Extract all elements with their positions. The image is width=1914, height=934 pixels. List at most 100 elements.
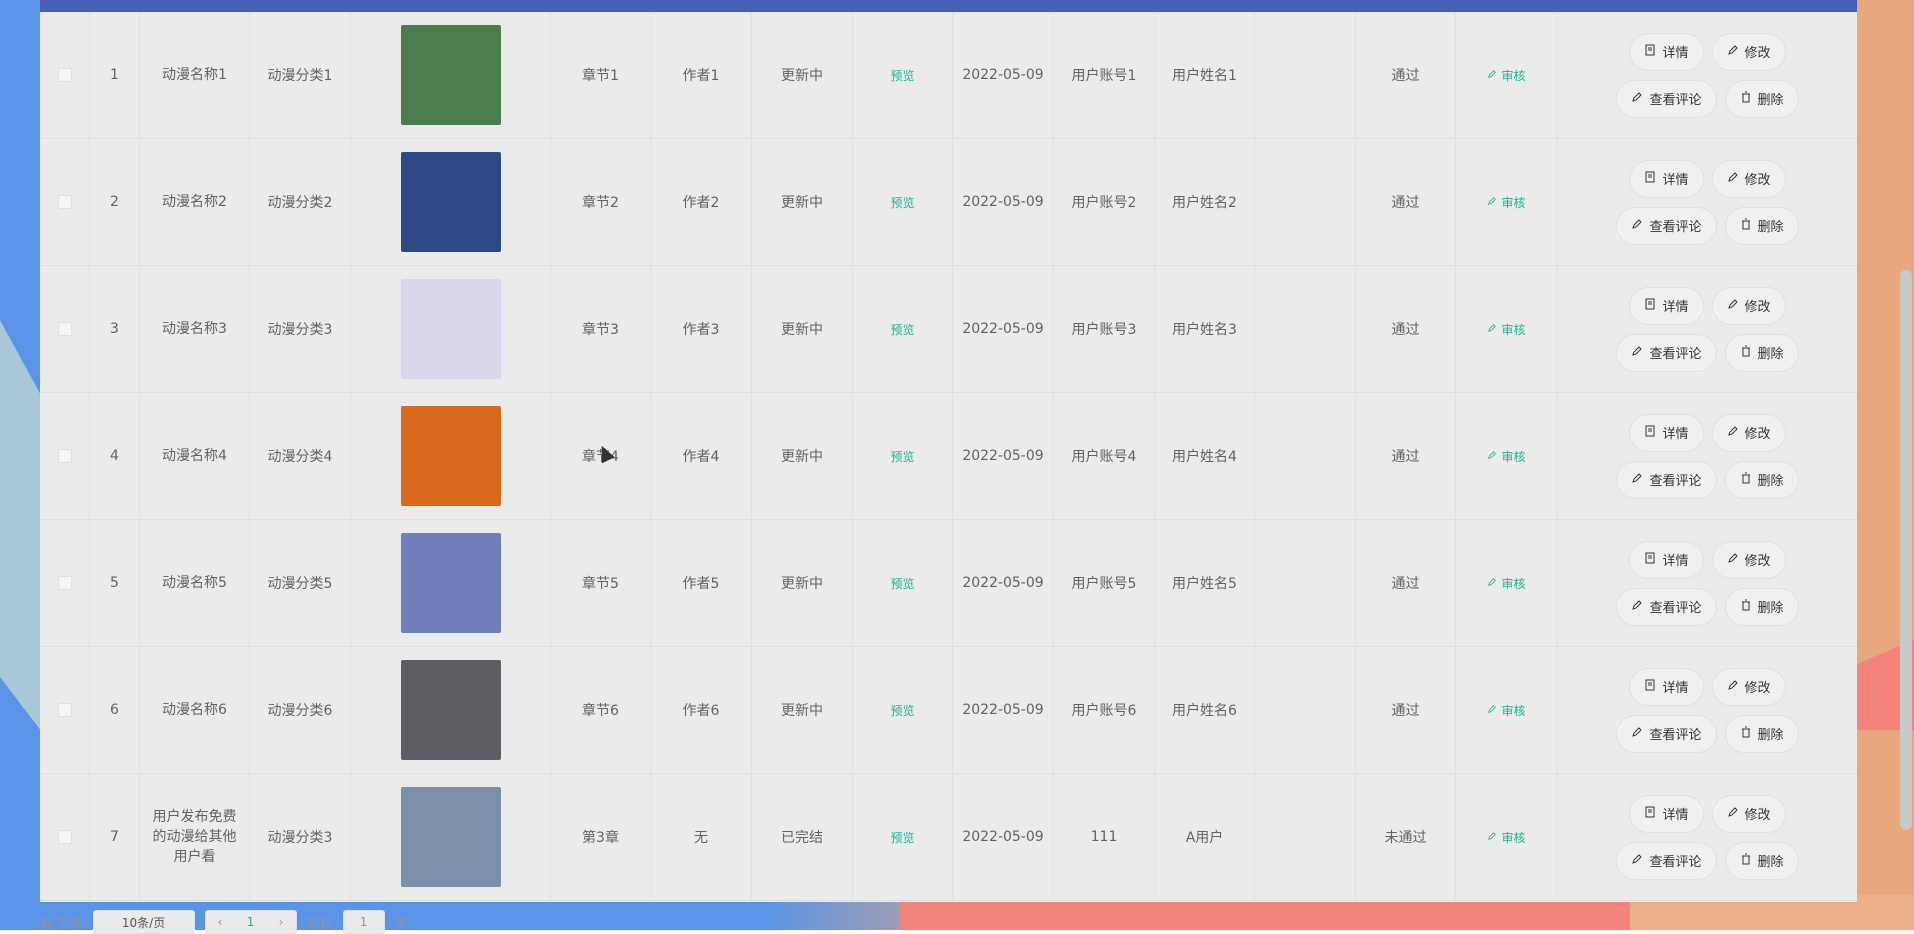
anime-name: 动漫名称5 bbox=[162, 575, 227, 591]
status-cell: 更新中 bbox=[752, 647, 853, 773]
chapter-cell: 章节3 bbox=[551, 266, 651, 392]
trash-icon bbox=[1740, 853, 1752, 869]
delete-button[interactable]: 删除 bbox=[1724, 79, 1799, 118]
anime-name: 用户发布免费的动漫给其他用户看 bbox=[152, 809, 237, 865]
anime-name: 动漫名称4 bbox=[162, 448, 227, 464]
page-size-select[interactable]: 10条/页 bbox=[92, 910, 195, 934]
detail-button[interactable]: 详情 bbox=[1629, 286, 1704, 325]
edit-button[interactable]: 修改 bbox=[1711, 286, 1786, 325]
view-comments-button[interactable]: 查看评论 bbox=[1616, 841, 1717, 880]
view-comments-button[interactable]: 查看评论 bbox=[1616, 587, 1717, 626]
view-comments-button[interactable]: 查看评论 bbox=[1616, 79, 1717, 118]
edit-button[interactable]: 修改 bbox=[1711, 667, 1786, 706]
detail-button[interactable]: 详情 bbox=[1629, 667, 1704, 706]
audit-label: 审核 bbox=[1501, 830, 1526, 845]
pager: ‹ 1 › bbox=[204, 910, 297, 934]
detail-button[interactable]: 详情 bbox=[1629, 413, 1704, 452]
goto-page-input[interactable]: 1 bbox=[342, 910, 385, 934]
date-cell: 2022-05-09 bbox=[953, 139, 1054, 265]
preview-link[interactable]: 预览 bbox=[890, 321, 914, 338]
view-comments-label: 查看评论 bbox=[1649, 855, 1702, 870]
delete-button[interactable]: 删除 bbox=[1724, 206, 1799, 245]
audit-label: 审核 bbox=[1501, 576, 1526, 591]
table-row: 3 动漫名称3 动漫分类3 章节3 作者3 更新中 预览 2022-05-09 … bbox=[40, 266, 1857, 393]
trash-icon bbox=[1740, 345, 1752, 361]
cover-cell bbox=[351, 520, 551, 646]
cover-cell bbox=[351, 393, 551, 519]
index-cell: 1 bbox=[90, 12, 140, 138]
audit-link[interactable]: 审核 bbox=[1487, 321, 1526, 338]
preview-link[interactable]: 预览 bbox=[890, 575, 914, 592]
preview-cell: 预览 bbox=[853, 520, 953, 646]
edit-button[interactable]: 修改 bbox=[1711, 540, 1786, 579]
delete-button[interactable]: 删除 bbox=[1724, 460, 1799, 499]
delete-button[interactable]: 删除 bbox=[1724, 587, 1799, 626]
detail-button[interactable]: 详情 bbox=[1629, 540, 1704, 579]
delete-button[interactable]: 删除 bbox=[1724, 841, 1799, 880]
preview-link[interactable]: 预览 bbox=[890, 448, 914, 465]
actions-cell: 详情 修改 查看评论 删除 bbox=[1558, 393, 1857, 519]
table-row: 4 动漫名称4 动漫分类4 章节4 作者4 更新中 预览 2022-05-09 … bbox=[40, 393, 1857, 520]
anime-category-cell: 动漫分类1 bbox=[250, 12, 351, 138]
reply-cell bbox=[1255, 647, 1356, 773]
actions-cell: 详情 修改 查看评论 删除 bbox=[1558, 139, 1857, 265]
edit-icon bbox=[1631, 853, 1643, 869]
detail-label: 详情 bbox=[1662, 554, 1689, 569]
audit-link[interactable]: 审核 bbox=[1487, 448, 1526, 465]
cover-image bbox=[400, 660, 501, 760]
prev-page-button[interactable]: ‹ bbox=[218, 915, 223, 929]
anime-name-cell: 动漫名称3 bbox=[140, 266, 250, 392]
edit-label: 修改 bbox=[1744, 46, 1771, 61]
preview-link[interactable]: 预览 bbox=[890, 67, 914, 84]
edit-button[interactable]: 修改 bbox=[1711, 794, 1786, 833]
edit-label: 修改 bbox=[1744, 681, 1771, 696]
date-cell: 2022-05-09 bbox=[953, 647, 1054, 773]
view-comments-button[interactable]: 查看评论 bbox=[1616, 714, 1717, 753]
vertical-scrollbar[interactable] bbox=[1900, 270, 1912, 830]
detail-button[interactable]: 详情 bbox=[1629, 159, 1704, 198]
cover-image bbox=[400, 406, 501, 506]
audit-link[interactable]: 审核 bbox=[1487, 194, 1526, 211]
edit-icon bbox=[1487, 68, 1497, 82]
current-page[interactable]: 1 bbox=[247, 915, 255, 929]
reply-cell bbox=[1255, 393, 1356, 519]
anime-name-cell: 动漫名称1 bbox=[140, 12, 250, 138]
delete-button[interactable]: 删除 bbox=[1724, 333, 1799, 372]
row-checkbox[interactable] bbox=[57, 830, 72, 844]
audit-link[interactable]: 审核 bbox=[1487, 67, 1526, 84]
preview-link[interactable]: 预览 bbox=[890, 829, 914, 846]
view-comments-button[interactable]: 查看评论 bbox=[1616, 333, 1717, 372]
username-cell: 用户姓名3 bbox=[1155, 266, 1255, 392]
row-checkbox[interactable] bbox=[57, 576, 72, 590]
edit-button[interactable]: 修改 bbox=[1711, 32, 1786, 71]
view-comments-button[interactable]: 查看评论 bbox=[1616, 206, 1717, 245]
detail-button[interactable]: 详情 bbox=[1629, 32, 1704, 71]
row-checkbox[interactable] bbox=[57, 703, 72, 717]
anime-name-cell: 动漫名称2 bbox=[140, 139, 250, 265]
row-checkbox[interactable] bbox=[57, 449, 72, 463]
next-page-button[interactable]: › bbox=[279, 915, 284, 929]
preview-link[interactable]: 预览 bbox=[890, 702, 914, 719]
audit-link[interactable]: 审核 bbox=[1487, 702, 1526, 719]
audit-link[interactable]: 审核 bbox=[1487, 575, 1526, 592]
username-cell: 用户姓名5 bbox=[1155, 520, 1255, 646]
edit-icon bbox=[1487, 703, 1497, 717]
trash-icon bbox=[1740, 472, 1752, 488]
row-checkbox[interactable] bbox=[57, 322, 72, 336]
preview-cell: 预览 bbox=[853, 647, 953, 773]
edit-button[interactable]: 修改 bbox=[1711, 159, 1786, 198]
delete-button[interactable]: 删除 bbox=[1724, 714, 1799, 753]
row-checkbox[interactable] bbox=[57, 68, 72, 82]
review-status-cell: 通过 bbox=[1356, 139, 1456, 265]
detail-button[interactable]: 详情 bbox=[1629, 794, 1704, 833]
select-cell bbox=[40, 393, 90, 519]
edit-icon bbox=[1487, 830, 1497, 844]
preview-link[interactable]: 预览 bbox=[890, 194, 914, 211]
account-cell: 用户账号6 bbox=[1054, 647, 1155, 773]
row-checkbox[interactable] bbox=[57, 195, 72, 209]
view-comments-button[interactable]: 查看评论 bbox=[1616, 460, 1717, 499]
edit-button[interactable]: 修改 bbox=[1711, 413, 1786, 452]
audit-link[interactable]: 审核 bbox=[1487, 829, 1526, 846]
edit-icon bbox=[1631, 91, 1643, 107]
table-row: 6 动漫名称6 动漫分类6 章节6 作者6 更新中 预览 2022-05-09 … bbox=[40, 647, 1857, 774]
